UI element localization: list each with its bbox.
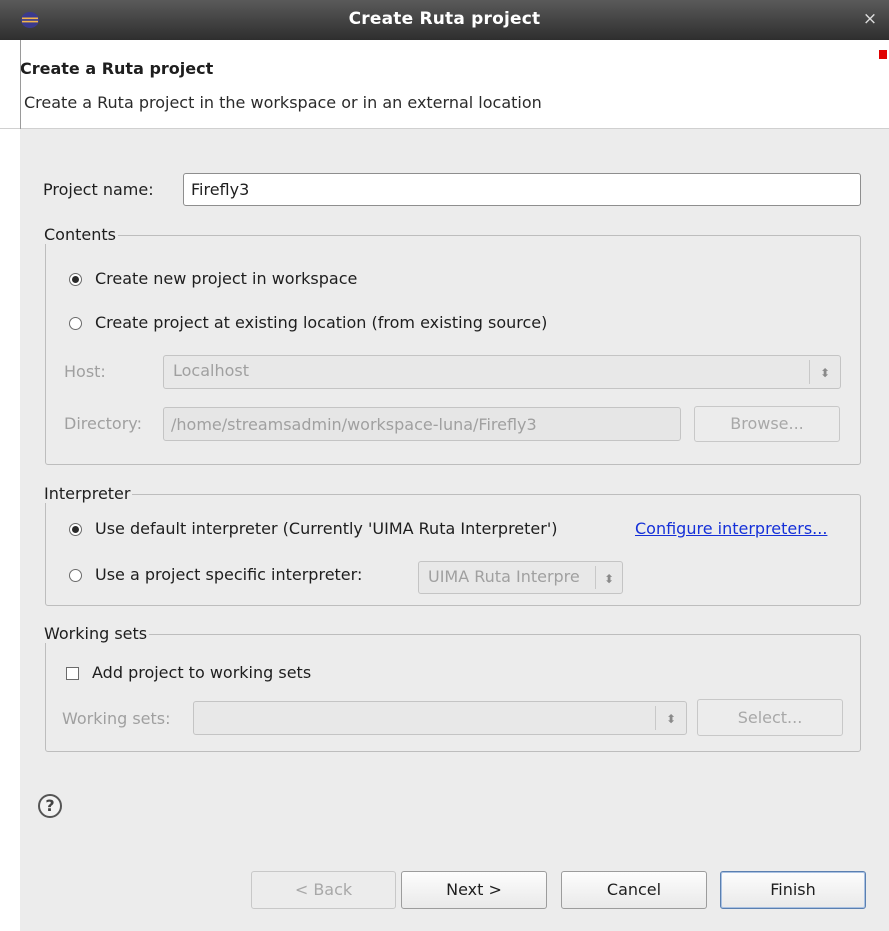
radio-button-checked[interactable] (69, 273, 82, 286)
create-at-existing-location-label: Create project at existing location (fro… (95, 313, 548, 332)
back-button[interactable]: < Back (251, 871, 396, 909)
checkbox-unchecked[interactable] (66, 667, 79, 680)
radio-button-unchecked[interactable] (69, 569, 82, 582)
create-new-project-label: Create new project in workspace (95, 269, 358, 288)
directory-input[interactable] (163, 407, 681, 441)
next-button[interactable]: Next > (401, 871, 547, 909)
use-default-interpreter-radio[interactable]: Use default interpreter (Currently 'UIMA… (69, 518, 634, 542)
add-to-working-sets-checkbox[interactable]: Add project to working sets (66, 662, 366, 686)
help-icon[interactable]: ? (38, 794, 62, 818)
finish-button[interactable]: Finish (720, 871, 866, 909)
interpreter-select[interactable]: UIMA Ruta Interpre ⬍ (418, 561, 623, 594)
use-project-specific-interpreter-label: Use a project specific interpreter: (95, 565, 363, 584)
interpreter-select-value: UIMA Ruta Interpre (428, 567, 580, 586)
contents-group-label: Contents (44, 225, 118, 244)
host-select[interactable]: Localhost ⬍ (163, 355, 841, 389)
cancel-button[interactable]: Cancel (561, 871, 707, 909)
configure-interpreters-link[interactable]: Configure interpreters... (635, 519, 827, 538)
create-ruta-project-dialog: Create Ruta project × Create a Ruta proj… (0, 0, 889, 931)
wizard-title: Create a Ruta project (20, 59, 214, 78)
add-to-working-sets-label: Add project to working sets (92, 663, 312, 682)
window-title: Create Ruta project (348, 9, 541, 29)
updown-arrow-icon: ⬍ (595, 566, 622, 589)
radio-button-checked[interactable] (69, 523, 82, 536)
title-bar: Create Ruta project × (0, 0, 889, 40)
use-default-interpreter-label: Use default interpreter (Currently 'UIMA… (95, 519, 558, 538)
wizard-header: Create a Ruta project Create a Ruta proj… (0, 40, 889, 129)
error-marker (879, 50, 887, 59)
wizard-description: Create a Ruta project in the workspace o… (24, 93, 542, 112)
close-icon[interactable]: × (859, 8, 881, 30)
radio-button-unchecked[interactable] (69, 317, 82, 330)
select-working-sets-button[interactable]: Select... (697, 699, 843, 736)
use-project-specific-interpreter-radio[interactable]: Use a project specific interpreter: (69, 564, 409, 588)
working-sets-select[interactable]: ⬍ (193, 701, 687, 735)
directory-label: Directory: (64, 414, 142, 433)
create-new-project-radio[interactable]: Create new project in workspace (69, 268, 469, 292)
host-label: Host: (64, 362, 106, 381)
host-select-value: Localhost (173, 361, 250, 380)
updown-arrow-icon: ⬍ (809, 360, 840, 384)
project-name-input[interactable] (183, 173, 861, 206)
updown-arrow-icon: ⬍ (655, 706, 686, 730)
project-name-label: Project name: (43, 180, 154, 199)
working-sets-group-label: Working sets (44, 624, 150, 643)
create-at-existing-location-radio[interactable]: Create project at existing location (fro… (69, 312, 669, 336)
working-sets-label: Working sets: (62, 709, 171, 728)
browse-button[interactable]: Browse... (694, 406, 840, 442)
interpreter-group-label: Interpreter (44, 484, 133, 503)
